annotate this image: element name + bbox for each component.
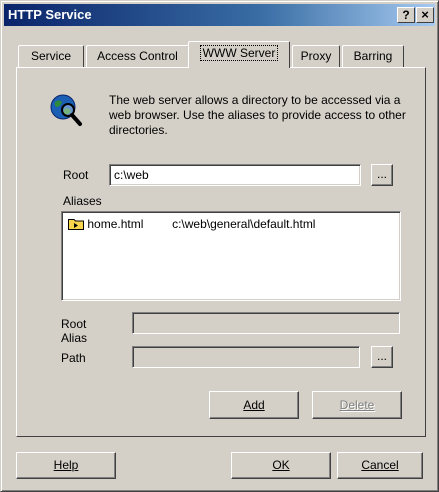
title-bar[interactable]: HTTP Service ? × — [4, 4, 435, 26]
root-alias-label: Root Alias — [61, 317, 88, 345]
path-label: Path — [61, 351, 86, 365]
http-service-dialog: HTTP Service ? × Service Access Control … — [0, 0, 439, 492]
aliases-list[interactable]: home.html c:\web\general\default.html — [61, 211, 401, 301]
tab-www-server[interactable]: WWW Server — [188, 41, 290, 68]
alias-path: c:\web\general\default.html — [172, 217, 316, 231]
path-browse-button[interactable]: ... — [371, 346, 393, 368]
root-label: Root — [63, 168, 89, 182]
add-button[interactable]: Add — [209, 391, 299, 419]
globe-search-icon — [50, 94, 82, 126]
description-text: The web server allows a directory to be … — [109, 93, 406, 137]
ok-button[interactable]: OK — [231, 452, 331, 479]
delete-button[interactable]: Delete — [312, 391, 402, 419]
help-icon[interactable]: ? — [397, 7, 415, 23]
list-item[interactable]: home.html c:\web\general\default.html — [68, 217, 315, 231]
tab-barring[interactable]: Barring — [342, 45, 404, 67]
cancel-button[interactable]: Cancel — [337, 452, 423, 479]
close-icon[interactable]: × — [416, 7, 434, 23]
root-browse-button[interactable]: ... — [371, 164, 393, 186]
tab-access-control[interactable]: Access Control — [86, 45, 189, 67]
path-field[interactable] — [132, 346, 360, 368]
help-button[interactable]: Help — [16, 452, 116, 479]
root-alias-field[interactable] — [132, 312, 400, 334]
tab-service[interactable]: Service — [18, 45, 84, 67]
folder-icon — [68, 217, 84, 230]
root-input[interactable]: c:\web — [109, 164, 361, 186]
tab-proxy[interactable]: Proxy — [292, 45, 340, 67]
aliases-label: Aliases — [63, 194, 102, 208]
window-title: HTTP Service — [8, 7, 92, 22]
alias-name: home.html — [87, 217, 144, 231]
